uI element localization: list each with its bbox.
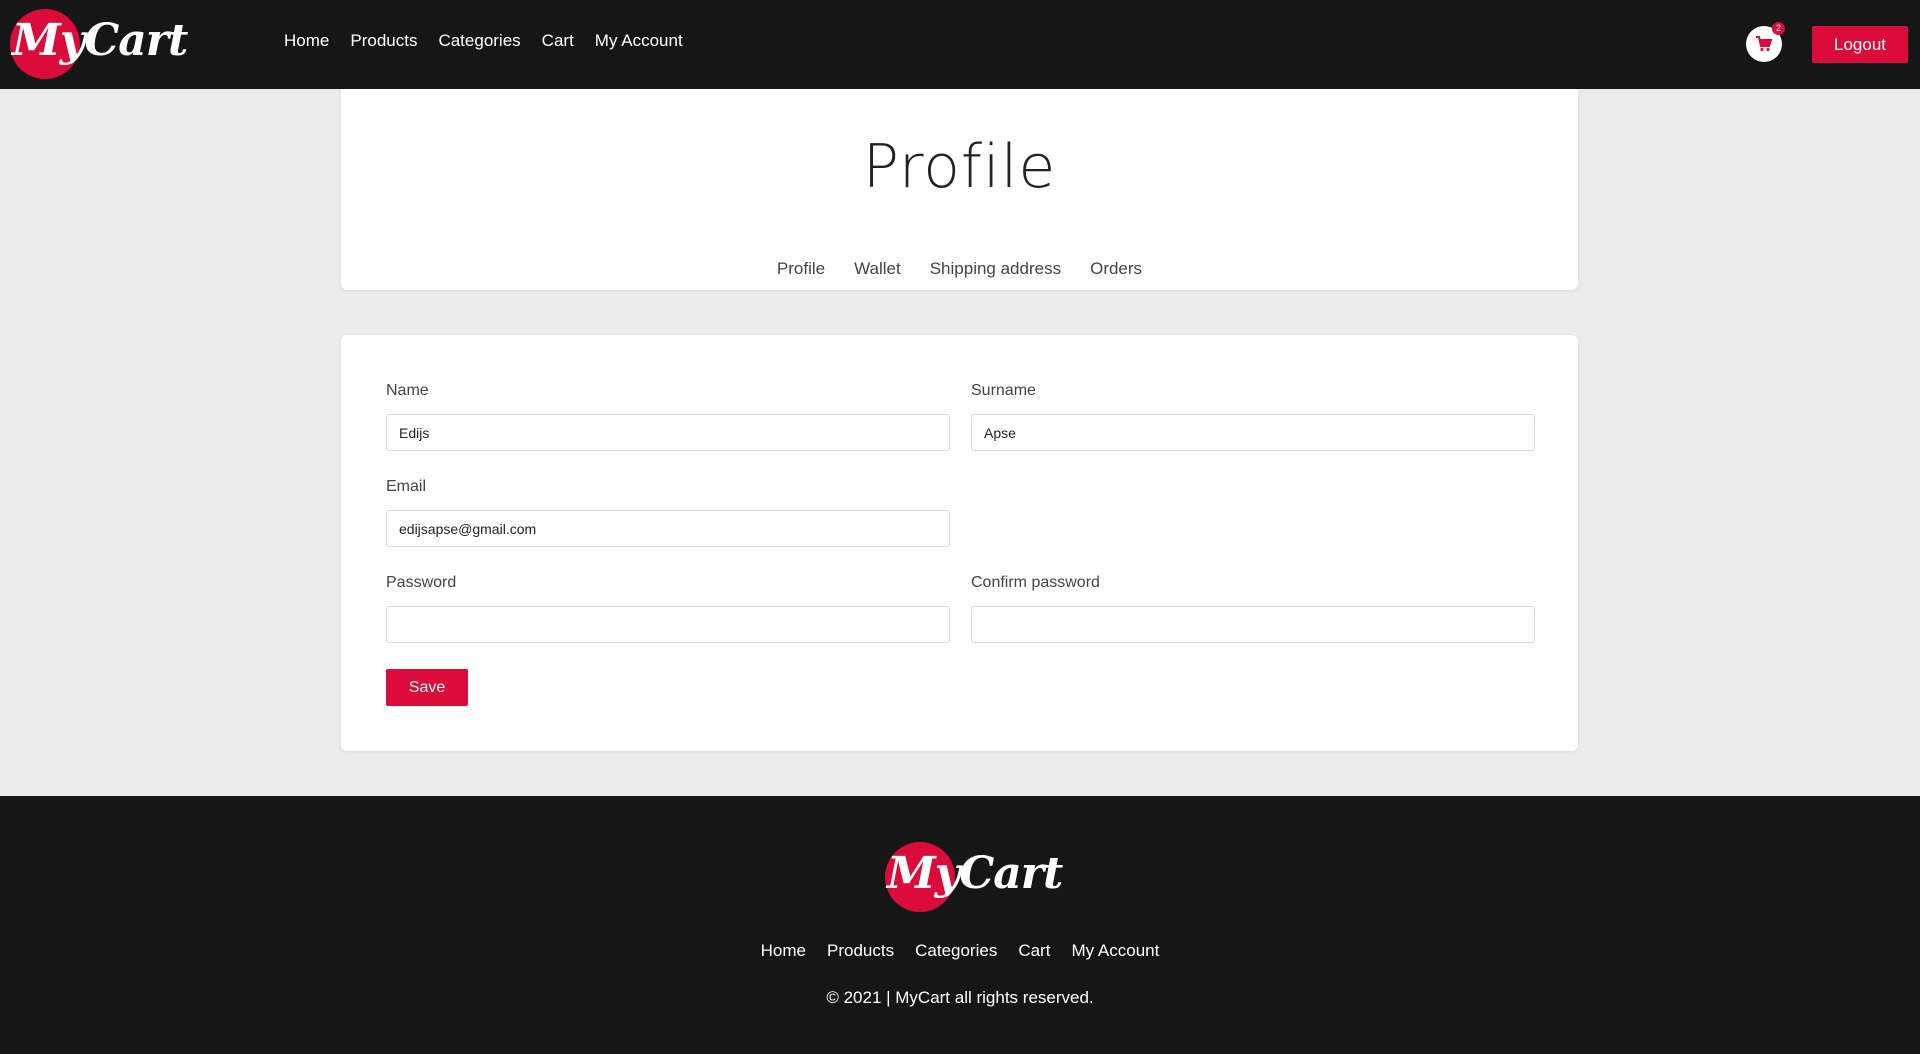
confirm-password-label: Confirm password — [971, 574, 1100, 591]
footer-nav-home[interactable]: Home — [761, 941, 806, 961]
email-group: Email — [386, 478, 950, 547]
profile-tabs: Profile Wallet Shipping address Orders — [341, 259, 1578, 279]
footer: MyCart Home Products Categories Cart My … — [0, 796, 1920, 1054]
confirm-password-field[interactable] — [971, 606, 1535, 643]
password-group: Password — [386, 574, 950, 643]
cart-count-badge: 2 — [1772, 22, 1785, 35]
name-group: Name — [386, 382, 950, 451]
logout-button[interactable]: Logout — [1812, 26, 1908, 63]
tab-wallet[interactable]: Wallet — [854, 259, 901, 279]
footer-nav-categories[interactable]: Categories — [915, 941, 997, 961]
main-nav: Home Products Categories Cart My Account — [284, 31, 683, 51]
copyright-text: © 2021 | MyCart all rights reserved. — [826, 988, 1094, 1007]
footer-nav: Home Products Categories Cart My Account — [0, 941, 1920, 961]
save-button[interactable]: Save — [386, 669, 468, 706]
tab-orders[interactable]: Orders — [1090, 259, 1142, 279]
surname-label: Surname — [971, 382, 1036, 399]
password-field[interactable] — [386, 606, 950, 643]
footer-nav-products[interactable]: Products — [827, 941, 894, 961]
name-label: Name — [386, 382, 429, 399]
password-label: Password — [386, 574, 457, 591]
nav-my-account[interactable]: My Account — [595, 31, 683, 51]
cart-button[interactable]: 2 — [1746, 22, 1785, 62]
footer-logo[interactable]: MyCart — [885, 842, 1063, 912]
surname-group: Surname — [971, 382, 1535, 451]
nav-home[interactable]: Home — [284, 31, 329, 51]
top-navbar: MyCart Home Products Categories Cart My … — [0, 0, 1920, 89]
logo[interactable]: MyCart — [10, 9, 188, 79]
logo-text: MyCart — [12, 15, 188, 66]
tab-profile[interactable]: Profile — [777, 259, 825, 279]
name-field[interactable] — [386, 414, 950, 451]
nav-categories[interactable]: Categories — [438, 31, 520, 51]
footer-nav-my-account[interactable]: My Account — [1071, 941, 1159, 961]
shopping-cart-icon — [1756, 36, 1773, 52]
page-title: Profile — [862, 132, 1057, 202]
footer-nav-cart[interactable]: Cart — [1018, 941, 1050, 961]
nav-products[interactable]: Products — [350, 31, 417, 51]
email-field[interactable] — [386, 510, 950, 547]
nav-cart[interactable]: Cart — [542, 31, 574, 51]
tab-shipping-address[interactable]: Shipping address — [930, 259, 1061, 279]
footer-logo-text: MyCart — [887, 848, 1063, 899]
surname-field[interactable] — [971, 414, 1535, 451]
profile-form-card: Name Surname Email Password Confirm pass… — [341, 335, 1578, 751]
profile-header-card: Profile Profile Wallet Shipping address … — [341, 89, 1578, 290]
email-label: Email — [386, 478, 427, 495]
confirm-password-group: Confirm password — [971, 574, 1535, 643]
